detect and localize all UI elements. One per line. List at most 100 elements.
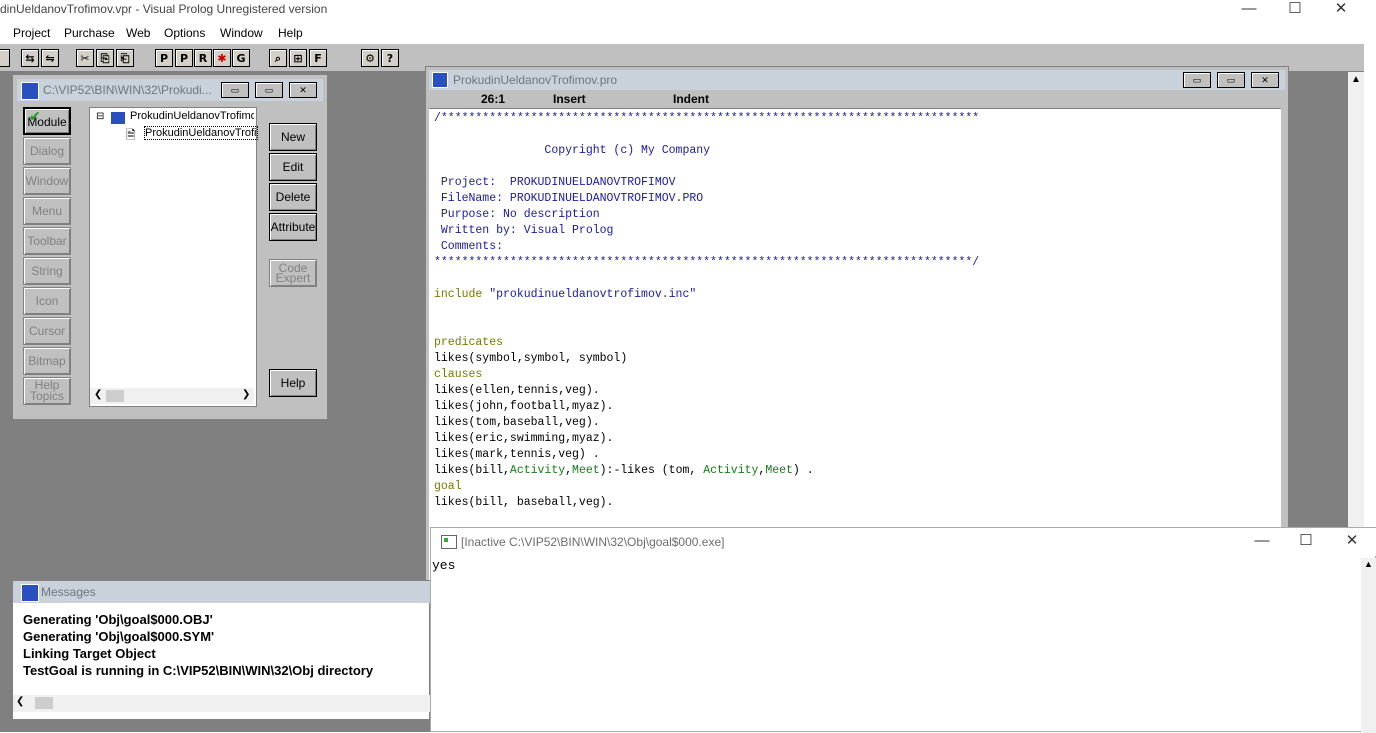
font-f-icon[interactable]: F (309, 49, 327, 67)
menu-window[interactable]: Window (220, 26, 263, 40)
code-line: ****************************************… (434, 256, 980, 269)
toolbar-edge-icon[interactable] (0, 49, 10, 67)
project-p-icon[interactable]: P (155, 49, 173, 67)
minimize-button[interactable]: — (1226, 0, 1272, 22)
project-minimize-button[interactable]: ▭ (221, 82, 249, 98)
scroll-up-icon[interactable]: ▲ (1364, 559, 1373, 569)
messages-horizontal-scrollbar[interactable]: ❮ (13, 695, 431, 712)
icon-button[interactable]: Icon (23, 287, 71, 315)
editor-close-button[interactable]: ✕ (1251, 72, 1279, 88)
code-line: Purpose: No description (434, 208, 600, 221)
module-button[interactable]: Module ✔ (23, 107, 71, 135)
scroll-thumb[interactable] (106, 390, 124, 402)
scroll-left-icon[interactable]: ❮ (94, 389, 102, 400)
messages-window: Messages Generating 'Obj\goal$000.OBJ' G… (12, 580, 431, 720)
editor-title: ProkudinUeldanovTrofimov.pro (453, 73, 618, 87)
vip-logo-icon (21, 82, 39, 100)
bitmap-button[interactable]: Bitmap (23, 347, 71, 375)
browse-icon[interactable]: ⌕ (269, 49, 287, 67)
code-line: FileName: PROKUDINUELDANOVTROFIMOV.PRO (434, 192, 704, 205)
code-line: likes(mark,tennis,veg) . (434, 448, 600, 461)
code-line: Project: PROKUDINUELDANOVTROFIMOV (434, 176, 676, 189)
code-line: predicates (434, 336, 504, 349)
code-line: likes(symbol,symbol, symbol) (434, 352, 628, 365)
run-r-icon[interactable]: R (194, 49, 212, 67)
maximize-button[interactable]: ☐ (1272, 0, 1318, 22)
code-line: goal (434, 480, 462, 493)
tree-icon[interactable]: ⊞ (289, 49, 307, 67)
console-title: [Inactive C:\VIP52\BIN\WIN\32\Obj\goal$0… (461, 535, 725, 549)
editor-maximize-button[interactable]: ▭ (1217, 72, 1245, 88)
dialog-button[interactable]: Dialog (23, 137, 71, 165)
scroll-thumb[interactable] (35, 697, 53, 709)
delete-button[interactable]: Delete (269, 183, 317, 211)
cursor-button[interactable]: Cursor (23, 317, 71, 345)
mdi-vertical-scrollbar[interactable]: ▲ (1348, 72, 1364, 532)
console-vertical-scrollbar[interactable]: ▲ (1361, 558, 1376, 733)
console-minimize-button[interactable]: — (1239, 531, 1285, 555)
help-topics-button[interactable]: Help Topics (23, 377, 71, 405)
tree-collapse-icon[interactable]: ⊟ (96, 111, 104, 122)
message-line: Generating 'Obj\goal$000.SYM' (23, 629, 215, 644)
message-line: Linking Target Object (23, 646, 156, 661)
close-button[interactable]: ✕ (1318, 0, 1364, 22)
tree-horizontal-scrollbar[interactable]: ❮ ❯ (90, 388, 254, 404)
tree-child-item[interactable]: ProkudinUeldanovTrofi (144, 126, 258, 140)
document-icon: 🗎 (126, 128, 136, 142)
window-button[interactable]: Window (23, 167, 71, 195)
attribute-button[interactable]: Attribute (269, 213, 317, 241)
console-close-button[interactable]: ✕ (1329, 531, 1375, 555)
menu-help[interactable]: Help (278, 26, 303, 40)
code-line: Comments: (434, 240, 504, 253)
editor-status-bar: 26:1 Insert Indent (429, 91, 1281, 109)
edit-button[interactable]: Edit (269, 153, 317, 181)
project-close-button[interactable]: ✕ (289, 82, 317, 98)
scroll-up-icon[interactable]: ▲ (1351, 74, 1361, 85)
help-icon[interactable]: ? (381, 49, 399, 67)
insert-mode: Insert (553, 92, 586, 106)
message-line: TestGoal is running in C:\VIP52\BIN\WIN\… (23, 663, 374, 678)
code-line: likes(eric,swimming,myaz). (434, 432, 614, 445)
menu-purchase[interactable]: Purchase (64, 26, 115, 40)
project-maximize-button[interactable]: ▭ (255, 82, 283, 98)
project-window-caption[interactable]: C:\VIP52\BIN\WIN\32\Prokudi... ▭ ▭ ✕ (17, 79, 323, 101)
code-line: likes(tom,baseball,veg). (434, 416, 600, 429)
new-button[interactable]: New (269, 123, 317, 151)
project-window: C:\VIP52\BIN\WIN\32\Prokudi... ▭ ▭ ✕ Mod… (12, 74, 328, 420)
menu-button[interactable]: Menu (23, 197, 71, 225)
stop-icon[interactable]: ✱ (213, 49, 231, 67)
toolbar-button[interactable]: Toolbar (23, 227, 71, 255)
tree-root-item[interactable]: ProkudinUeldanovTrofimov (130, 110, 254, 122)
editor-caption[interactable]: ProkudinUeldanovTrofimov.pro ▭ ▭ ✕ (429, 70, 1285, 90)
menu-options[interactable]: Options (164, 26, 205, 40)
code-line: likes(john,football,myaz). (434, 400, 614, 413)
undo-icon[interactable]: ⇆ (21, 49, 39, 67)
code-line: likes(bill, baseball,veg). (434, 496, 614, 509)
code-expert-button[interactable]: Code Expert (269, 259, 317, 287)
menu-project[interactable]: Project (13, 26, 50, 40)
paste-icon[interactable]: ⎗ (116, 49, 134, 67)
redo-icon[interactable]: ⇋ (41, 49, 59, 67)
messages-caption[interactable]: Messages (13, 581, 431, 603)
project-tree[interactable]: ⊟ ProkudinUeldanovTrofimov 🗎 ProkudinUel… (89, 107, 258, 407)
console-maximize-button[interactable]: ☐ (1283, 531, 1329, 555)
messages-title: Messages (41, 585, 96, 599)
code-line: Copyright (c) My Company (434, 144, 711, 157)
project-p2-icon[interactable]: P (175, 49, 193, 67)
code-line: clauses (434, 368, 483, 381)
scroll-left-icon[interactable]: ❮ (16, 696, 24, 707)
checkmark-icon: ✔ (29, 108, 41, 124)
goal-g-icon[interactable]: G (232, 49, 250, 67)
message-line: Generating 'Obj\goal$000.OBJ' (23, 612, 213, 627)
console-caption[interactable]: [Inactive C:\VIP52\BIN\WIN\32\Obj\goal$0… (431, 528, 1376, 556)
menu-web[interactable]: Web (126, 26, 150, 40)
help-button[interactable]: Help (269, 369, 317, 397)
indent-mode: Indent (673, 92, 709, 106)
string-button[interactable]: String (23, 257, 71, 285)
copy-icon[interactable]: ⎘ (96, 49, 114, 67)
scroll-right-icon[interactable]: ❯ (242, 389, 250, 400)
tools-icon[interactable]: ⚙ (361, 49, 379, 67)
app-title-bar: dinUeldanovTrofimov.vpr - Visual Prolog … (0, 0, 1364, 22)
cut-icon[interactable]: ✂ (76, 49, 94, 67)
editor-minimize-button[interactable]: ▭ (1183, 72, 1211, 88)
